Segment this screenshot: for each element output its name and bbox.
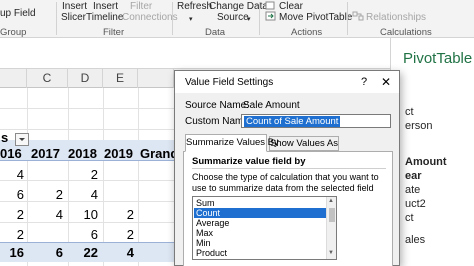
refresh-label: Refresh bbox=[177, 1, 213, 12]
tab-show-values-as[interactable]: Show Values As bbox=[269, 136, 339, 151]
gridline bbox=[27, 88, 28, 266]
table-cell[interactable]: 2 bbox=[0, 227, 24, 242]
scroll-thumb[interactable] bbox=[329, 208, 335, 222]
table-cell[interactable]: 4 bbox=[39, 207, 63, 222]
section-title: Summarize value field by bbox=[192, 156, 306, 167]
list-item-selected[interactable]: Count bbox=[194, 208, 327, 218]
close-icon[interactable]: ✕ bbox=[381, 75, 391, 89]
year-header: 2019 bbox=[104, 146, 133, 161]
pane-field[interactable]: ales bbox=[405, 234, 425, 246]
filter-dropdown-icon[interactable] bbox=[15, 133, 29, 146]
clear-button[interactable]: Clear bbox=[279, 1, 303, 12]
table-cell[interactable]: 6 bbox=[0, 187, 24, 202]
table-cell[interactable]: 6 bbox=[74, 227, 98, 242]
pivottable-fields-pane: PivotTable ct erson Amount ear ate uct2 … bbox=[390, 38, 474, 266]
pane-field[interactable]: uct2 bbox=[405, 198, 426, 210]
pane-field[interactable]: erson bbox=[405, 120, 433, 132]
move-pivot-button[interactable]: Move PivotTable bbox=[279, 12, 352, 23]
list-item[interactable]: Average bbox=[194, 218, 327, 228]
table-cell[interactable]: 4 bbox=[0, 167, 24, 182]
grand-total-cell[interactable]: 22 bbox=[74, 245, 98, 260]
gridline bbox=[68, 88, 69, 266]
move-pivot-icon bbox=[265, 11, 276, 24]
refresh-dropdown-icon: ▾ bbox=[189, 16, 193, 23]
table-cell[interactable]: 2 bbox=[110, 227, 134, 242]
table-cell[interactable]: 2 bbox=[74, 167, 98, 182]
custom-name-input[interactable]: Count of Sale Amount bbox=[241, 114, 391, 128]
year-header-grand: Grand bbox=[140, 146, 179, 161]
group-caption-actions: Actions bbox=[291, 27, 323, 38]
tab-summarize-values-by[interactable]: Summarize Values By bbox=[185, 134, 279, 152]
dialog-title: Value Field Settings bbox=[185, 77, 274, 88]
filter-connections-label-bottom: Connections bbox=[122, 12, 178, 23]
grand-total-cell[interactable]: 16 bbox=[0, 245, 24, 260]
column-header-f[interactable] bbox=[138, 69, 174, 88]
group-caption-calculations: Calculations bbox=[380, 27, 432, 38]
grand-total-cell[interactable]: 4 bbox=[110, 245, 134, 260]
listbox-scrollbar[interactable]: ▲ ▼ bbox=[326, 197, 336, 259]
dialog-title-bar[interactable]: Value Field Settings ? ✕ bbox=[175, 71, 399, 93]
group-caption-filter: Filter bbox=[103, 27, 125, 38]
ribbon-separator bbox=[56, 2, 57, 35]
table-cell[interactable]: 2 bbox=[39, 187, 63, 202]
ribbon-separator bbox=[347, 2, 348, 35]
pane-field[interactable]: Amount bbox=[405, 156, 447, 168]
ribbon: up Field Insert Slicer Insert Timeline F… bbox=[0, 0, 474, 38]
grand-total-cell[interactable]: 6 bbox=[39, 245, 63, 260]
insert-slicer-label-top: Insert bbox=[62, 1, 88, 12]
help-icon[interactable]: ? bbox=[361, 76, 367, 88]
insert-timeline-label-top: Insert bbox=[93, 1, 119, 12]
relationships-icon bbox=[352, 11, 364, 24]
pane-field[interactable]: ate bbox=[405, 184, 420, 196]
table-cell[interactable]: 2 bbox=[0, 207, 24, 222]
pane-field[interactable]: ear bbox=[405, 170, 422, 182]
year-header: 2017 bbox=[31, 146, 60, 161]
insert-timeline-label-bottom: Timeline bbox=[86, 12, 124, 23]
pane-title: PivotTable bbox=[403, 50, 473, 67]
table-cell[interactable]: 4 bbox=[74, 187, 98, 202]
ribbon-separator bbox=[259, 2, 260, 35]
custom-name-selected-text: Count of Sale Amount bbox=[244, 116, 341, 127]
scroll-down-icon[interactable]: ▼ bbox=[328, 250, 334, 256]
list-item[interactable]: Product bbox=[194, 248, 327, 258]
change-source-dropdown-icon: ▾ bbox=[247, 16, 251, 23]
list-item[interactable]: Min bbox=[194, 238, 327, 248]
group-caption-data: Data bbox=[205, 27, 226, 38]
column-header-d[interactable]: D bbox=[68, 69, 103, 88]
source-name-label: Source Name: bbox=[185, 100, 249, 111]
table-cell[interactable]: 10 bbox=[74, 207, 98, 222]
pane-field[interactable]: ct bbox=[405, 106, 414, 118]
insert-slicer-label-bottom: Slicer bbox=[61, 12, 87, 23]
gridline bbox=[138, 88, 139, 266]
ribbon-separator bbox=[172, 2, 173, 35]
table-cell[interactable]: 2 bbox=[110, 207, 134, 222]
relationships-button[interactable]: Relationships bbox=[366, 12, 426, 23]
change-source-label-bottom: Source bbox=[217, 12, 249, 23]
year-header: 2018 bbox=[68, 146, 97, 161]
column-header-c[interactable]: C bbox=[27, 69, 68, 88]
filter-connections-label-top: Filter bbox=[130, 1, 153, 12]
section-divider bbox=[192, 168, 386, 169]
section-description: Choose the type of calculation that you … bbox=[192, 172, 379, 193]
group-caption-group: Group bbox=[0, 27, 27, 38]
year-header: 016 bbox=[0, 146, 22, 161]
column-header-b[interactable] bbox=[0, 69, 27, 88]
value-field-settings-dialog: Value Field Settings ? ✕ Source Name: Sa… bbox=[174, 70, 400, 266]
column-header-e[interactable]: E bbox=[103, 69, 138, 88]
row-labels-fragment: s bbox=[1, 130, 9, 145]
list-item[interactable]: Max bbox=[194, 228, 327, 238]
calculation-listbox[interactable]: Sum Count Average Max Min Product ▲ ▼ bbox=[192, 196, 337, 260]
pane-field[interactable]: ct bbox=[405, 212, 414, 224]
source-name-value: Sale Amount bbox=[243, 100, 300, 111]
scroll-up-icon[interactable]: ▲ bbox=[328, 198, 334, 204]
summarize-tab-panel: Summarize value field by Choose the type… bbox=[183, 151, 393, 266]
group-field-button-label[interactable]: up Field bbox=[0, 8, 36, 19]
list-item[interactable]: Sum bbox=[194, 198, 327, 208]
gridline bbox=[103, 88, 104, 266]
